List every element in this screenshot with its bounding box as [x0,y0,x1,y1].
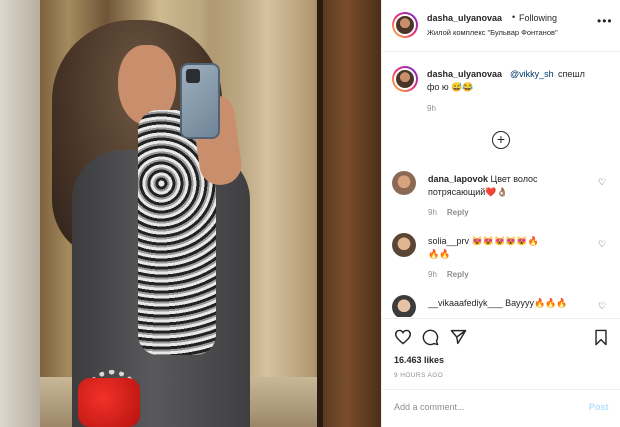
author-avatar[interactable] [392,12,418,38]
author-username[interactable]: dasha_ulyanovaa [427,13,502,23]
comment-heart-icon[interactable]: ♡ [598,239,606,250]
commenter-username[interactable]: __vikaaafediyk___ [428,298,503,308]
action-bar: 16.463 likes 9 HOURS AGO [382,318,620,388]
comment-text-continued: 🔥🔥 [428,249,451,259]
smartphone [180,63,220,139]
caption-mention[interactable]: @vikky_sh [510,69,554,79]
caption-text-continued: фо ю 😅😂 [427,82,474,92]
location-link[interactable]: Жилой комплекс "Бульвар Фонтанов" [427,28,558,37]
post-timestamp[interactable]: 9 HOURS AGO [394,372,443,379]
likes-count[interactable]: 16.463 likes [394,355,444,365]
comment-time[interactable]: 9h [428,270,437,279]
post-photo[interactable] [0,0,381,427]
commenter-avatar[interactable] [392,233,416,257]
comment-text: 😻😻😻😻😻🔥 [471,236,539,246]
following-button[interactable]: Following [519,13,557,23]
send-icon[interactable] [450,329,467,345]
caption-avatar[interactable] [392,66,418,92]
separator-dot: • [512,12,516,22]
comment-input[interactable]: Add a comment... [394,402,465,412]
elevator-wall-left [0,0,40,427]
post-button[interactable]: Post [589,402,609,412]
caption-time[interactable]: 9h [427,104,436,113]
comment-icon[interactable] [422,329,439,346]
reply-button[interactable]: Reply [447,208,469,217]
caption-username[interactable]: dasha_ulyanovaa [427,69,502,79]
comment-text: Вауууу🔥🔥🔥 [505,298,568,308]
comments-list[interactable]: dasha_ulyanovaa @vikky_sh спешл фо ю 😅😂 … [382,53,620,317]
comment-text: Цвет волос [490,174,538,184]
heart-icon[interactable] [394,329,412,345]
reply-button[interactable]: Reply [447,270,469,279]
comment-text-continued: потрясающий❤️👌🏽 [428,187,508,197]
bookmark-icon[interactable] [593,329,609,346]
post-side-panel: dasha_ulyanovaa • Following Жилой компле… [381,0,620,427]
add-comment-bar: Add a comment... Post [382,389,620,427]
elevator-door-frame [323,0,381,427]
comment-heart-icon[interactable]: ♡ [598,177,606,188]
plus-circle-icon[interactable]: + [492,131,510,149]
commenter-avatar[interactable] [392,295,416,317]
caption-text: спешл [558,69,585,79]
red-handbag [78,378,140,427]
more-horizontal-icon[interactable]: ••• [597,15,613,27]
post-header: dasha_ulyanovaa • Following Жилой компле… [382,0,620,52]
commenter-username[interactable]: solia__prv [428,236,469,246]
comment-time[interactable]: 9h [428,208,437,217]
commenter-avatar[interactable] [392,171,416,195]
comment-heart-icon[interactable]: ♡ [598,301,606,312]
commenter-username[interactable]: dana_lapovok [428,174,488,184]
